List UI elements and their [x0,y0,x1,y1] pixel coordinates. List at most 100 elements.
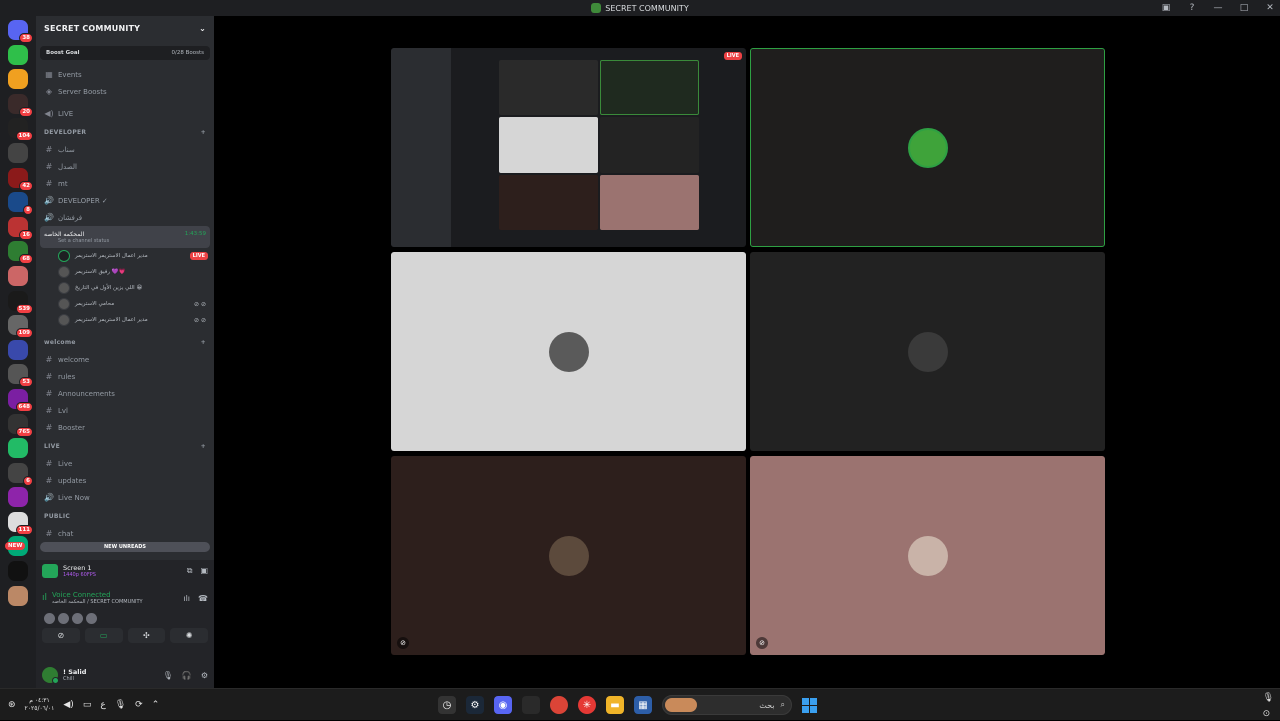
server-icon[interactable] [8,585,28,606]
inbox-icon[interactable]: ▣ [1160,3,1172,13]
app-icon[interactable] [522,696,540,714]
participant-tile[interactable] [391,252,746,451]
category-public[interactable]: PUBLIC [36,508,214,525]
mic-tray-icon[interactable]: 🎙 [115,700,126,710]
sync-icon[interactable]: ⟳ [135,700,143,710]
server-icon[interactable]: 16 [8,216,33,240]
steam-icon[interactable]: ⚙ [466,696,484,714]
server-icon[interactable] [8,561,28,582]
screen-share-button[interactable]: ▭ [84,628,123,643]
active-voice-channel[interactable]: المحكمه الخاصه 1:43:59 Set a channel sta… [40,226,210,248]
category-developer[interactable]: DEVELOPER + [36,124,214,141]
boost-goal-bar[interactable]: Boost Goal 0/28 Boosts [40,46,210,60]
app-icon[interactable]: ▦ [634,696,652,714]
guild-header[interactable]: SECRET COMMUNITY ⌄ [36,16,214,40]
tray-overflow-icon[interactable]: ⊛ [8,700,16,710]
network-icon[interactable]: ▭ [83,700,92,710]
signal-icon[interactable]: ıl [42,593,47,603]
channel-item[interactable]: 🔊 فرفشان [36,209,214,226]
participant-tile[interactable] [750,252,1105,451]
server-icon[interactable]: 6 [8,462,33,486]
channel-item[interactable]: # Lvl [36,402,214,419]
taskbar-search[interactable]: بحث ⌕ [662,695,792,715]
server-icon[interactable]: 104 [8,118,33,142]
settings-icon[interactable]: ⊙ [1263,709,1274,719]
app-icon[interactable]: ✳ [578,696,596,714]
server-icon[interactable] [8,487,28,508]
server-icon[interactable] [8,339,28,360]
server-icon[interactable]: 765 [8,413,33,437]
windows-start-icon[interactable] [802,697,817,713]
channel-item[interactable]: 🔊 Live Now [36,489,214,506]
activities-button[interactable]: ✣ [127,628,166,643]
channel-item[interactable]: # Live [36,455,214,472]
popout-icon[interactable]: ⧉ [187,566,193,576]
channel-status[interactable]: Set a channel status [58,238,109,244]
channel-item[interactable]: # Booster [36,419,214,436]
volume-icon[interactable]: ◀) [63,700,73,710]
avatar[interactable] [72,612,83,624]
server-icon[interactable]: 68 [8,241,33,265]
participant-tile[interactable]: ⊘ [391,456,746,655]
channel-item[interactable]: # updates [36,472,214,489]
user-avatar[interactable] [42,667,59,684]
server-icon[interactable]: 53 [8,364,33,388]
language-indicator[interactable]: ع [100,700,105,710]
stream-tile[interactable]: LIVE [391,48,746,247]
voice-user[interactable]: محامي الاستريمر ⊘⊘ [36,296,214,312]
voice-user[interactable]: مدير اعمال الاستريمر الاستريمر LIVE [36,248,214,264]
server-icon[interactable]: 20 [8,93,33,117]
server-icon[interactable]: 109 [8,315,33,339]
microphone-icon[interactable]: 🎙 [163,671,173,680]
avatar[interactable] [58,612,69,624]
channel-item[interactable]: # الصدل [36,158,214,175]
server-icon[interactable]: 8 [8,192,33,216]
noise-suppression-icon[interactable]: ılı [183,594,190,603]
plus-icon[interactable]: + [201,129,206,136]
server-icon[interactable] [8,265,28,286]
new-servers-pill[interactable]: NEW [5,542,26,550]
new-unreads-pill[interactable]: NEW UNREADS [40,542,210,552]
chrome-icon[interactable] [550,696,568,714]
close-button[interactable]: ✕ [1264,3,1276,13]
server-icon[interactable]: 648 [8,388,33,412]
server-icon[interactable]: 111 [8,511,33,535]
plus-icon[interactable]: + [201,443,206,450]
channel-item[interactable]: # سناب [36,141,214,158]
app-icon[interactable]: ◷ [438,696,456,714]
disconnect-icon[interactable]: ☎ [198,594,208,603]
server-icon[interactable]: 42 [8,167,33,191]
headphones-icon[interactable]: 🎧 [182,671,192,680]
voice-user[interactable]: مدير اعمال الاستريمر الاستريمر ⊘⊘ [36,312,214,328]
minimize-button[interactable]: — [1212,3,1224,13]
help-icon[interactable]: ? [1186,3,1198,13]
channel-item[interactable]: 🔊 DEVELOPER ✓ [36,192,214,209]
server-icon[interactable] [8,69,28,90]
server-boosts-item[interactable]: ◈ Server Boosts [36,83,214,100]
discord-icon[interactable]: ◉ [494,696,512,714]
camera-off-button[interactable]: ⊘ [42,628,80,643]
maximize-button[interactable]: □ [1238,3,1250,13]
stop-stream-icon[interactable]: ▣ [200,566,208,576]
server-icon[interactable] [8,438,28,459]
server-icon[interactable]: 38 [8,20,33,43]
server-icon[interactable]: 539 [8,290,33,314]
channel-item[interactable]: # Announcements [36,385,214,402]
channel-chat[interactable]: # chat [36,525,214,542]
category-live[interactable]: LIVE + [36,438,214,455]
voice-user[interactable]: رفيق الاستريمر 💜💗 [36,264,214,280]
avatar[interactable] [86,612,97,624]
server-icon[interactable] [8,44,28,65]
live-stage-item[interactable]: ◀) LIVE [36,105,214,122]
channel-item[interactable]: # rules [36,368,214,385]
plus-icon[interactable]: + [201,339,206,346]
soundboard-button[interactable]: ✺ [170,628,208,643]
participant-tile-speaking[interactable] [750,48,1105,247]
category-welcome[interactable]: welcome + [36,334,214,351]
chevron-up-icon[interactable]: ⌃ [152,700,160,710]
avatar[interactable] [44,612,55,624]
channel-item[interactable]: # mt [36,175,214,192]
mic-icon[interactable]: 🎙 [1263,693,1274,703]
events-item[interactable]: ▦ Events [36,66,214,83]
participant-tile[interactable]: ⊘ [750,456,1105,655]
